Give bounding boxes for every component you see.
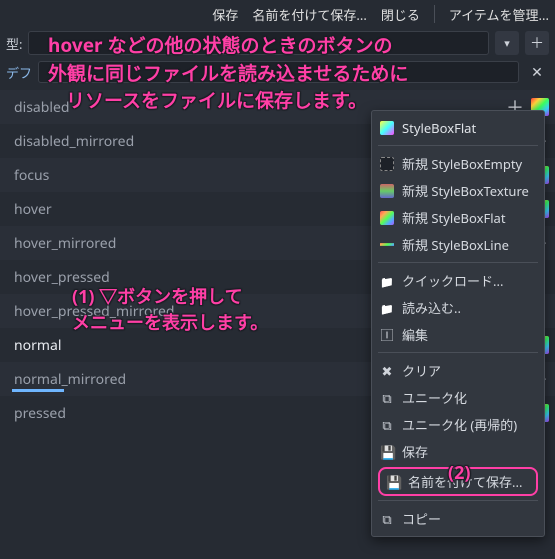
add-type-button[interactable]: ＋ [525,31,549,55]
unique-item[interactable]: ⧉ユニーク化 [372,384,544,411]
save-icon: 💾 [386,473,400,491]
separator [378,500,538,501]
type-dropdown-chevron[interactable]: ▾ [495,31,519,55]
edit-icon: 🄸 [380,325,394,344]
flyout-header: StyleBoxFlat [372,115,544,141]
styleboxtexture-icon [380,184,394,198]
new-styleboxempty[interactable]: 新規 StyleBoxEmpty [372,150,544,177]
separator [378,145,538,146]
clear-item[interactable]: ✖クリア [372,357,544,384]
load-item[interactable]: 読み込む.. [372,294,544,321]
plus-icon: ＋ [530,33,544,53]
annotation-top: hover などの他の状態のときのボタンの 外観に同じファイルを読み込ませるため… [48,32,408,115]
type-label: 型: [6,34,22,53]
annotation-step1: (1) ▽ボタンを押して メニューを表示します。 [72,284,268,336]
styleboxempty-icon [380,157,394,171]
folder-icon [380,299,394,317]
annotation-step2: (2) [448,460,471,486]
unique-recursive-item[interactable]: ⧉ユニーク化 (再帰的) [372,411,544,438]
filter-clear-button[interactable]: ✕ [525,60,549,84]
separator [378,262,538,263]
chevron-down-icon: ▾ [504,36,510,51]
save-icon: 💾 [380,443,394,461]
top-toolbar: 保存 名前を付けて保存... 閉じる アイテムを管理... [0,0,555,28]
default-tab[interactable]: デフ [6,63,32,82]
separator [378,352,538,353]
new-styleboxline[interactable]: 新規 StyleBoxLine [372,231,544,258]
flyout-title: StyleBoxFlat [402,119,476,137]
folder-icon [380,272,394,290]
clear-icon: ✖ [380,362,394,380]
copy-icon: ⧉ [380,510,394,528]
edit-item[interactable]: 🄸編集 [372,321,544,348]
copy-item[interactable]: ⧉コピー [372,505,544,532]
divider [434,5,435,23]
unique-recursive-icon: ⧉ [380,416,394,434]
manage-items-menu[interactable]: アイテムを管理... [449,5,549,24]
close-menu[interactable]: 閉じる [381,5,420,24]
unique-icon: ⧉ [380,389,394,407]
styleboxflat-icon [380,211,394,225]
new-styleboxtexture[interactable]: 新規 StyleBoxTexture [372,177,544,204]
stylebox-icon [380,121,394,135]
new-styleboxflat[interactable]: 新規 StyleBoxFlat [372,204,544,231]
quickload-item[interactable]: クイックロード... [372,267,544,294]
save-menu[interactable]: 保存 [212,5,238,24]
active-underline [12,389,64,392]
save-as-menu[interactable]: 名前を付けて保存... [252,5,366,24]
styleboxline-icon [380,238,394,252]
